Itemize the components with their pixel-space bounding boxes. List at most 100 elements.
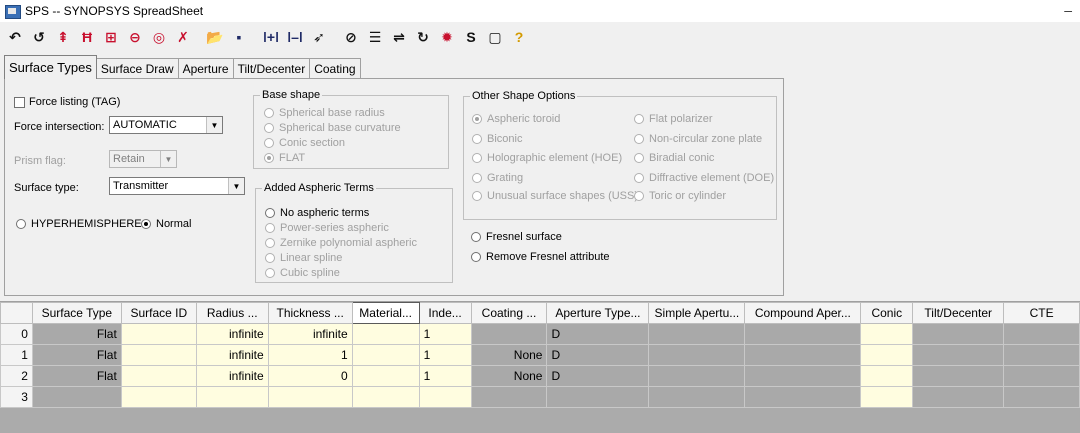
- radio-indicator[interactable]: [265, 208, 275, 218]
- column-header[interactable]: CTE: [1003, 302, 1080, 324]
- row-header[interactable]: 3: [0, 386, 33, 408]
- tab-aperture[interactable]: Aperture: [177, 58, 234, 79]
- tab-coating[interactable]: Coating: [309, 58, 361, 79]
- pointer-icon[interactable]: ➶: [308, 26, 330, 48]
- radio-indicator[interactable]: [634, 134, 644, 144]
- open-folder-icon[interactable]: 📂: [204, 26, 226, 48]
- column-header[interactable]: Aperture Type...: [546, 302, 650, 324]
- radio-indicator[interactable]: [265, 223, 275, 233]
- grid-cell[interactable]: 1: [267, 344, 353, 366]
- grid-cell[interactable]: [912, 344, 1005, 366]
- chevron-down-icon[interactable]: ▼: [160, 151, 176, 167]
- other-shape-biconic[interactable]: Biconic: [472, 133, 522, 145]
- aspheric-option-none[interactable]: No aspheric terms: [265, 207, 369, 219]
- grid-cell[interactable]: [860, 323, 914, 345]
- grid-cell[interactable]: [1003, 344, 1080, 366]
- other-shape-flat-polarizer[interactable]: Flat polarizer: [634, 113, 713, 125]
- force-listing-check[interactable]: [14, 96, 25, 108]
- base-shape-option-spherical-radius[interactable]: Spherical base radius: [264, 107, 385, 119]
- other-shape-hoe[interactable]: Holographic element (HOE): [472, 152, 622, 164]
- column-header[interactable]: Thickness ...: [267, 302, 353, 324]
- chevron-down-icon[interactable]: ▼: [206, 117, 222, 133]
- column-header[interactable]: Compound Aper...: [744, 302, 862, 324]
- radio-indicator[interactable]: [265, 268, 275, 278]
- surface-type-select[interactable]: Transmitter ▼: [109, 177, 245, 195]
- grid-corner[interactable]: [0, 302, 33, 324]
- grid-cell[interactable]: [912, 386, 1005, 408]
- radio-indicator[interactable]: [264, 123, 274, 133]
- force-intersection-select[interactable]: AUTOMATIC ▼: [109, 116, 223, 134]
- s-icon[interactable]: S: [460, 26, 482, 48]
- grid-cell[interactable]: 1: [418, 323, 472, 345]
- grid-cell[interactable]: [418, 386, 472, 408]
- aspheric-option-zernike[interactable]: Zernike polynomial aspheric: [265, 237, 417, 249]
- adjust-icon[interactable]: ⇌: [388, 26, 410, 48]
- delete-icon[interactable]: ✗: [172, 26, 194, 48]
- grid-cell[interactable]: [744, 386, 862, 408]
- radio-indicator[interactable]: [471, 232, 481, 242]
- radio-indicator[interactable]: [264, 153, 274, 163]
- radio-indicator[interactable]: [472, 134, 482, 144]
- column-header[interactable]: Tilt/Decenter: [912, 302, 1005, 324]
- grid-cell[interactable]: [860, 344, 914, 366]
- column-header[interactable]: Inde...: [418, 302, 472, 324]
- column-header[interactable]: Simple Apertu...: [648, 302, 746, 324]
- grid-cell[interactable]: [648, 386, 746, 408]
- target-icon[interactable]: ◎: [148, 26, 170, 48]
- column-header[interactable]: Surface Type: [31, 302, 122, 324]
- radio-indicator[interactable]: [634, 114, 644, 124]
- column-header[interactable]: Surface ID: [120, 302, 197, 324]
- save-icon[interactable]: ▪: [228, 26, 250, 48]
- radio-indicator[interactable]: [472, 153, 482, 163]
- radio-indicator[interactable]: [472, 191, 482, 201]
- bar-insert-icon[interactable]: ǀ+ǀ: [260, 26, 282, 48]
- radio-indicator[interactable]: [264, 108, 274, 118]
- undo-icon[interactable]: ↺: [28, 26, 50, 48]
- minimize-button[interactable]: –: [1064, 2, 1072, 18]
- tab-surface-types[interactable]: Surface Types: [4, 55, 97, 79]
- base-shape-option-flat[interactable]: FLAT: [264, 152, 305, 164]
- circle-line-icon[interactable]: ⊖: [124, 26, 146, 48]
- grid-cell[interactable]: [1003, 323, 1080, 345]
- radio-indicator[interactable]: [264, 138, 274, 148]
- grid-cell[interactable]: [120, 344, 197, 366]
- grid-cell[interactable]: [31, 386, 122, 408]
- tab-surface-draw[interactable]: Surface Draw: [95, 58, 179, 79]
- other-shape-zone-plate[interactable]: Non-circular zone plate: [634, 133, 762, 145]
- grid-cell[interactable]: Flat: [31, 344, 122, 366]
- h-bar-icon[interactable]: Ħ: [76, 26, 98, 48]
- column-header[interactable]: Radius ...: [195, 302, 269, 324]
- grid-cell[interactable]: [470, 386, 548, 408]
- other-shape-doe[interactable]: Diffractive element (DOE): [634, 172, 774, 184]
- grid-cell[interactable]: Flat: [31, 323, 122, 345]
- grid-cell[interactable]: [648, 323, 746, 345]
- grid-cell[interactable]: [351, 365, 420, 387]
- normal-radio[interactable]: Normal: [141, 218, 191, 230]
- grid-red-icon[interactable]: ⊞: [100, 26, 122, 48]
- grid-cell[interactable]: [351, 344, 420, 366]
- grid-cell[interactable]: [912, 365, 1005, 387]
- radio-indicator[interactable]: [634, 191, 644, 201]
- window-icon[interactable]: ▢: [484, 26, 506, 48]
- grid-cell[interactable]: None: [470, 344, 548, 366]
- grid-cell[interactable]: [267, 386, 353, 408]
- radio-indicator[interactable]: [141, 219, 151, 229]
- grid-cell[interactable]: D: [546, 323, 650, 345]
- grid-cell[interactable]: D: [546, 365, 650, 387]
- grid-cell[interactable]: [860, 386, 914, 408]
- grid-cell[interactable]: [648, 344, 746, 366]
- radio-indicator[interactable]: [472, 114, 482, 124]
- row-header[interactable]: 2: [0, 365, 33, 387]
- grid-cell[interactable]: [744, 365, 862, 387]
- grid-cell[interactable]: [744, 323, 862, 345]
- grid-cell[interactable]: [120, 323, 197, 345]
- grid-cell[interactable]: [744, 344, 862, 366]
- grid-cell[interactable]: infinite: [267, 323, 353, 345]
- radio-indicator[interactable]: [472, 173, 482, 183]
- grid-cell[interactable]: None: [470, 365, 548, 387]
- grid-cell[interactable]: [912, 323, 1005, 345]
- grid-cell[interactable]: [470, 323, 548, 345]
- row-header[interactable]: 1: [0, 344, 33, 366]
- base-shape-option-spherical-curvature[interactable]: Spherical base curvature: [264, 122, 401, 134]
- grid-cell[interactable]: [546, 386, 650, 408]
